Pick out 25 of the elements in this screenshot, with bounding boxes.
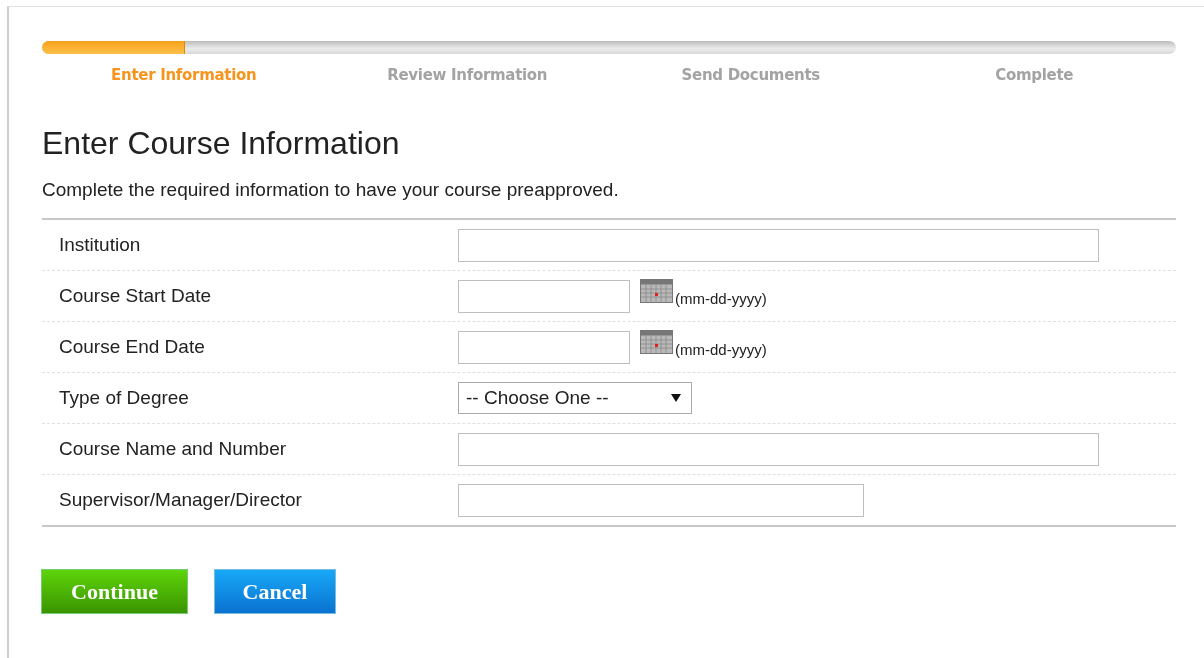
degree-dropdown[interactable]: -- Choose One -- xyxy=(458,382,692,414)
field-label: Course Start Date xyxy=(58,285,213,307)
field-label: Institution xyxy=(58,234,142,256)
calendar-icon[interactable] xyxy=(640,330,673,354)
page-heading: Enter Course Information xyxy=(42,124,401,162)
text-input[interactable] xyxy=(458,228,1099,262)
step-label: Enter Information xyxy=(111,66,257,84)
field-label: Course End Date xyxy=(58,336,206,358)
date-format-hint: (mm-dd-yyyy) xyxy=(675,340,767,358)
dropdown-caret-icon xyxy=(671,394,681,402)
field-label: Supervisor/Manager/Director xyxy=(58,489,303,511)
cancel-button[interactable]: Cancel xyxy=(214,569,336,614)
text-input[interactable] xyxy=(458,432,1099,466)
calendar-icon[interactable] xyxy=(640,279,673,303)
step-label: Send Documents xyxy=(681,66,820,84)
step-label: Review Information xyxy=(387,66,548,84)
date-input[interactable] xyxy=(458,279,630,313)
field-label: Type of Degree xyxy=(58,387,190,409)
field-label: Course Name and Number xyxy=(58,438,288,460)
date-format-hint: (mm-dd-yyyy) xyxy=(675,289,767,307)
text-input[interactable] xyxy=(458,483,864,517)
description-text: Complete the required information to have your course preapproved. xyxy=(42,178,620,202)
continue-button[interactable]: Continue xyxy=(41,569,188,614)
step-label: Complete xyxy=(995,66,1074,84)
date-input[interactable] xyxy=(458,330,630,364)
